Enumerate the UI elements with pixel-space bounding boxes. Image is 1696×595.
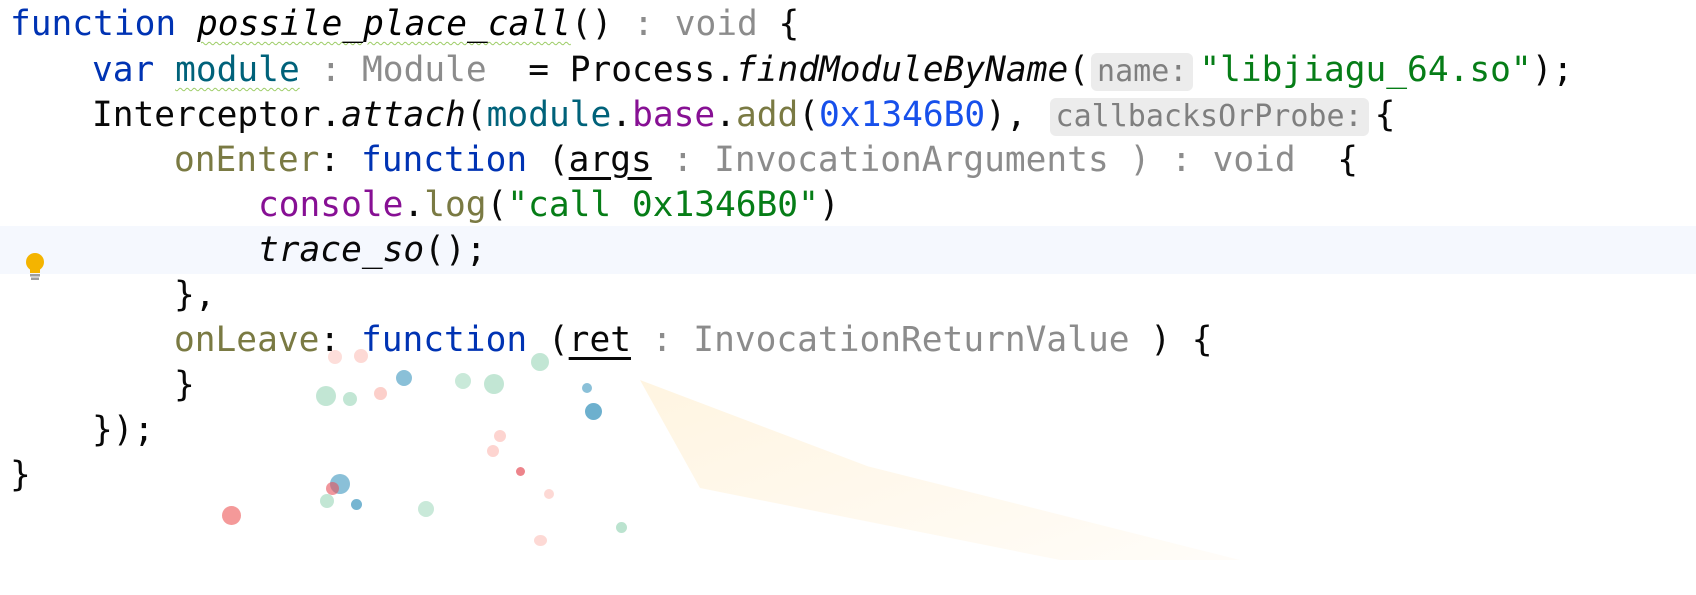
code-line-7[interactable]: }, xyxy=(0,271,1696,319)
parens: () xyxy=(570,4,613,44)
closing-brace-function: } xyxy=(10,455,31,495)
open-paren: ( xyxy=(527,140,569,180)
code-line-9[interactable]: } xyxy=(0,361,1696,409)
decorative-dot xyxy=(534,535,547,546)
decorative-dot xyxy=(616,522,627,533)
open-paren: ( xyxy=(798,95,820,135)
decorative-dot xyxy=(455,373,471,389)
return-colon: : xyxy=(612,4,675,44)
call-parens: (); xyxy=(424,230,487,270)
decorative-dot xyxy=(585,403,602,420)
closing-brace-paren: }); xyxy=(92,410,155,450)
decorative-dot xyxy=(418,501,434,517)
open-brace: { xyxy=(1295,140,1358,180)
method-attach[interactable]: attach xyxy=(341,95,466,135)
type-colon: : xyxy=(630,320,694,360)
decorative-dot xyxy=(326,482,339,495)
decorative-dot xyxy=(316,386,336,406)
function-name[interactable]: possile_place_call xyxy=(197,4,571,44)
variable-module[interactable]: module xyxy=(175,50,300,90)
assign-process: = Process. xyxy=(486,50,736,90)
code-line-2[interactable]: var module : Module = Process.findModule… xyxy=(0,46,1696,94)
method-add: add xyxy=(735,95,799,135)
open-brace: { xyxy=(1374,95,1396,135)
type-colon: : xyxy=(651,140,715,180)
code-line-3[interactable]: Interceptor.attach(module.base.add(0x134… xyxy=(0,91,1696,139)
decorative-dot xyxy=(516,467,525,476)
param-args[interactable]: args xyxy=(569,140,652,180)
dot: . xyxy=(403,185,425,225)
decorative-dot xyxy=(222,506,241,525)
keyword-var: var xyxy=(92,50,155,90)
decorative-dot xyxy=(494,430,506,442)
dot: . xyxy=(715,95,736,135)
close-paren: ), xyxy=(985,95,1048,135)
dot: . xyxy=(611,95,633,135)
method-log[interactable]: log xyxy=(424,185,486,225)
return-type-hint: void xyxy=(1212,140,1296,180)
decorative-dot xyxy=(320,494,334,508)
decorative-dot xyxy=(544,489,554,499)
decorative-dot xyxy=(487,445,499,457)
decorative-dot xyxy=(354,349,368,363)
close-paren-semicolon: ); xyxy=(1531,50,1574,90)
type-hint-invocation-return-value: InvocationReturnValue xyxy=(693,320,1130,360)
hex-offset: 0x1346B0 xyxy=(819,95,986,135)
interceptor-object: Interceptor. xyxy=(92,95,342,135)
colon: : xyxy=(319,140,361,180)
keyword-function: function xyxy=(10,4,177,44)
code-editor[interactable]: function possile_place_call() : void { v… xyxy=(0,0,1696,560)
type-hint-module: Module xyxy=(362,50,487,90)
call-trace_so[interactable]: trace_so xyxy=(258,230,424,270)
open-paren: ( xyxy=(465,95,487,135)
close-paren: ) xyxy=(818,185,840,225)
param-ret[interactable]: ret xyxy=(569,320,631,360)
decorative-dot xyxy=(351,499,362,510)
open-paren: ( xyxy=(486,185,508,225)
console-object: console xyxy=(258,185,404,225)
type-hint-invocation-arguments: InvocationArguments xyxy=(714,140,1109,180)
closing-brace-comma: }, xyxy=(174,275,216,315)
code-line-5[interactable]: console.log("call 0x1346B0") xyxy=(0,181,1696,229)
type-colon: : xyxy=(299,50,363,90)
decorative-dot xyxy=(328,350,342,364)
close-paren-colon: ) : xyxy=(1108,140,1213,180)
close-paren-brace: ) { xyxy=(1129,320,1213,360)
open-paren: ( xyxy=(1068,50,1090,90)
decorative-dot xyxy=(374,387,387,400)
variable-module-ref[interactable]: module xyxy=(487,95,612,135)
return-type-hint: void xyxy=(674,4,758,44)
string-libjiagu: "libjiagu_64.so" xyxy=(1199,50,1532,90)
keyword-function: function xyxy=(360,320,528,360)
decorative-dot xyxy=(531,353,549,371)
decorative-dot xyxy=(582,383,592,393)
param-hint-name: name: xyxy=(1091,53,1194,91)
code-line-10[interactable]: }); xyxy=(0,406,1696,454)
code-line-1[interactable]: function possile_place_call() : void { xyxy=(0,0,1696,48)
method-findModuleByName[interactable]: findModuleByName xyxy=(736,50,1068,90)
open-brace: { xyxy=(757,4,800,44)
property-base: base xyxy=(632,95,716,135)
decorative-dot xyxy=(396,370,412,386)
code-line-4[interactable]: onEnter: function (args : InvocationArgu… xyxy=(0,136,1696,184)
lightbulb-icon[interactable] xyxy=(24,252,46,282)
string-call-offset: "call 0x1346B0" xyxy=(507,185,819,225)
code-line-6-current[interactable]: trace_so(); xyxy=(0,226,1696,274)
decorative-dot xyxy=(343,392,357,406)
key-onLeave: onLeave xyxy=(174,320,320,360)
closing-brace: } xyxy=(174,365,195,405)
code-line-8[interactable]: onLeave: function (ret : InvocationRetur… xyxy=(0,316,1696,364)
decorative-dot xyxy=(484,374,504,394)
param-hint-callbacks: callbacksOrProbe: xyxy=(1049,98,1369,136)
key-onEnter: onEnter xyxy=(174,140,320,180)
keyword-function: function xyxy=(360,140,528,180)
